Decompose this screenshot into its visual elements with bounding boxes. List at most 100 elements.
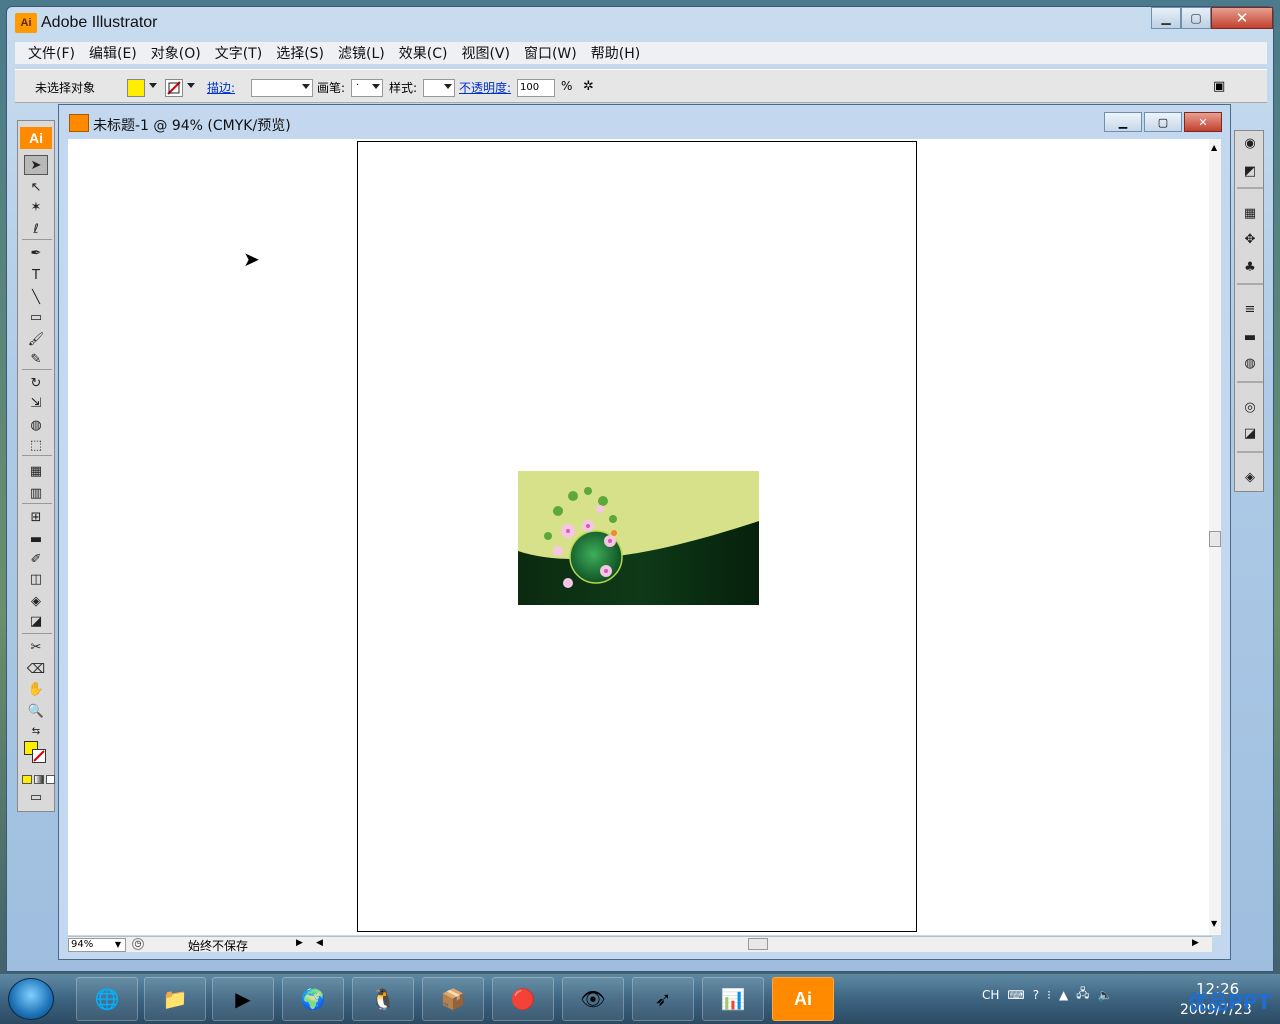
screen-mode-icon[interactable]: ▭ [24,787,48,807]
minimize-button[interactable]: ▁ [1151,7,1181,29]
appearance-panel-icon[interactable]: ◎ [1239,397,1261,417]
menu-select[interactable]: 选择(S) [269,43,331,63]
fill-swatch[interactable] [127,79,145,97]
help-icon[interactable]: ? [1033,988,1039,1002]
mesh-tool-icon[interactable]: ⊞ [24,507,48,527]
bridge-icon[interactable]: ▣ [1213,79,1237,97]
doc-minimize-button[interactable]: ▁ [1104,112,1142,132]
brushes-panel-icon[interactable]: ✥ [1239,229,1261,249]
language-indicator[interactable]: CH [982,988,999,1002]
menu-view[interactable]: 视图(V) [454,43,517,63]
stroke-swatch[interactable] [165,79,183,97]
menu-window[interactable]: 窗口(W) [517,43,584,63]
opacity-label[interactable]: 不透明度: [459,79,511,96]
color-panel-icon[interactable]: ◉ [1239,133,1261,153]
qq-messenger-icon[interactable]: 🐧 [352,977,414,1021]
doc-close-button[interactable]: ✕ [1184,112,1222,132]
live-paint-selection-tool-icon[interactable]: ◪ [24,611,48,631]
scroll-up-icon[interactable]: ▲ [1211,143,1217,152]
ime-icon[interactable]: ⁝ [1047,988,1051,1002]
none-mode-icon[interactable] [46,775,55,784]
eyedropper-tool-icon[interactable]: ✐ [24,549,48,569]
vertical-scrollbar[interactable]: ▲ ▼ [1209,139,1221,935]
gradient-panel-icon[interactable]: ▬ [1239,327,1261,347]
rectangle-tool-icon[interactable]: ▭ [24,307,48,327]
start-button[interactable] [8,978,54,1020]
red-app-icon[interactable]: 🔴 [492,977,554,1021]
opacity-input[interactable]: 100 [517,79,555,97]
layers-panel-icon[interactable]: ◈ [1239,467,1261,487]
menu-filter[interactable]: 滤镜(L) [331,43,392,63]
canvas[interactable]: ➤ [68,139,1212,935]
live-paint-tool-icon[interactable]: ◈ [24,591,48,611]
pencil-tool-icon[interactable]: ✎ [24,349,48,369]
scroll-down-icon[interactable]: ▼ [1211,919,1217,928]
stroke-weight-field[interactable] [251,79,313,97]
brush-dropdown[interactable]: · [351,79,383,97]
direct-selection-tool-icon[interactable]: ↖ [24,177,48,197]
stroke-color-swatch[interactable] [32,749,46,763]
gradient-tool-icon[interactable]: ▬ [24,529,48,549]
color-mode-icon[interactable] [22,775,32,784]
recolor-icon[interactable]: ✲ [583,79,607,97]
symbol-sprayer-tool-icon[interactable]: ▦ [24,461,48,481]
menu-object[interactable]: 对象(O) [144,43,208,63]
package-app-icon[interactable]: 📦 [422,977,484,1021]
show-hidden-icons-icon[interactable]: ▲ [1059,988,1068,1002]
stroke-dropdown[interactable] [185,79,197,97]
blend-tool-icon[interactable]: ◫ [24,569,48,589]
illustrator-taskbar-button[interactable]: Ai [772,977,834,1021]
scale-tool-icon[interactable]: ⇲ [24,393,48,413]
lasso-tool-icon[interactable]: ℓ [24,219,48,239]
swan-app-icon[interactable]: ➶ [632,977,694,1021]
stroke-panel-icon[interactable]: ≡ [1239,299,1261,319]
type-tool-icon[interactable]: T [24,265,48,285]
swap-colors-icon[interactable]: ⇆ [24,721,48,741]
swatches-panel-icon[interactable]: ▦ [1239,203,1261,223]
volume-icon[interactable]: 🔈 [1098,988,1113,1002]
vertical-scroll-thumb[interactable] [1209,531,1221,547]
close-button[interactable]: ✕ [1211,7,1273,29]
file-explorer-icon[interactable]: 📁 [144,977,206,1021]
gradient-mode-icon[interactable] [34,775,44,784]
media-player-icon[interactable]: ▶ [212,977,274,1021]
browser-globe-icon[interactable]: 🌍 [282,977,344,1021]
scroll-left-icon[interactable]: ◀ [316,938,323,948]
pen-tool-icon[interactable]: ✒ [24,243,48,263]
internet-explorer-icon[interactable]: 🌐 [76,977,138,1021]
zoom-level-dropdown[interactable]: 94% ▼ [68,938,126,952]
menu-effect[interactable]: 效果(C) [392,43,455,63]
powerpoint-icon[interactable]: 📊 [702,977,764,1021]
line-tool-icon[interactable]: ╲ [24,287,48,307]
maximize-button[interactable]: ▢ [1181,7,1211,29]
status-arrow-icon[interactable]: ▶ [296,938,303,948]
scroll-right-icon[interactable]: ▶ [1192,938,1199,948]
graph-tool-icon[interactable]: ▥ [24,483,48,503]
status-menu-icon[interactable]: ◷ [132,938,144,950]
doc-maximize-button[interactable]: ▢ [1144,112,1182,132]
placed-artwork[interactable] [518,471,759,605]
eraser-tool-icon[interactable]: ⌫ [24,659,48,679]
style-dropdown[interactable] [423,79,455,97]
rotate-tool-icon[interactable]: ↻ [24,373,48,393]
graphic-styles-panel-icon[interactable]: ◪ [1239,423,1261,443]
keyboard-icon[interactable]: ⌨ [1007,988,1024,1002]
eye-app-icon[interactable]: 👁 [562,977,624,1021]
horizontal-scroll-thumb[interactable] [748,938,768,950]
free-transform-tool-icon[interactable]: ⬚ [24,435,48,455]
symbols-panel-icon[interactable]: ♣ [1239,257,1261,277]
magic-wand-tool-icon[interactable]: ✶ [24,197,48,217]
menu-type[interactable]: 文字(T) [208,43,269,63]
artboard[interactable] [357,141,917,932]
hand-tool-icon[interactable]: ✋ [24,679,48,699]
paintbrush-tool-icon[interactable]: 🖌 [24,329,48,349]
network-icon[interactable]: 🖧 [1076,984,1089,1005]
zoom-tool-icon[interactable]: 🔍 [24,701,48,721]
stroke-label[interactable]: 描边: [207,79,235,96]
menu-edit[interactable]: 编辑(E) [82,43,144,63]
menu-file[interactable]: 文件(F) [21,43,82,63]
fill-dropdown[interactable] [147,79,159,97]
selection-tool-icon[interactable]: ➤ [24,155,48,175]
slice-tool-icon[interactable]: ✂ [24,637,48,657]
color-guide-icon[interactable]: ◩ [1239,161,1261,181]
